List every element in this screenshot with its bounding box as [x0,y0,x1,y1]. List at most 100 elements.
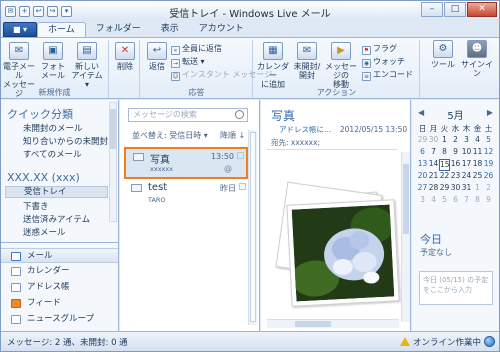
calendar-day[interactable]: 10 [461,147,472,159]
reading-pane-scrollbar[interactable] [401,152,410,322]
calendar-day[interactable]: 7 [461,195,472,207]
scroll-thumb[interactable] [295,321,331,327]
message-row[interactable]: test TARO 昨日 [124,180,248,212]
quick-view-unread-contacts[interactable]: 知り合いからの未開封… [23,135,117,147]
nav-newsgroups[interactable]: ニュースグループ [1,312,118,327]
calendar-day[interactable]: 8 [439,147,450,159]
close-button[interactable]: ✕ [467,2,497,17]
calendar-day[interactable]: 1 [439,135,450,147]
calendar-day[interactable]: 2 [483,183,494,195]
calendar-day[interactable]: 2 [450,135,461,147]
unread-read-button[interactable]: ✉ 未開封/ 開封 [292,42,322,80]
nav-contacts[interactable]: アドレス帳 [1,280,118,295]
calendar-day[interactable]: 4 [472,135,483,147]
encoding-button[interactable]: ≡ エンコード [362,69,413,81]
message-list-scrollbar[interactable] [248,130,257,325]
calendar-day[interactable]: 1 [472,183,483,195]
watch-button[interactable]: ◉ ウォッチ [362,56,405,68]
new-message-icon[interactable]: + [19,5,30,17]
message-row[interactable]: 写真 xxxxxx 13:50 @ [124,147,248,179]
calendar-day[interactable]: 20 [417,171,428,183]
reply-all-button[interactable]: «全員に返信 [171,43,222,55]
calendar-day[interactable]: 8 [472,195,483,207]
calendar-day[interactable]: 25 [472,171,483,183]
calendar-day[interactable]: 16 [450,159,461,171]
search-icon[interactable] [235,110,244,119]
calendar-day[interactable]: 4 [428,195,439,207]
calendar-day[interactable]: 13 [417,159,428,171]
calendar-day[interactable]: 6 [417,147,428,159]
scroll-thumb[interactable] [403,164,409,234]
calendar-day[interactable]: 5 [483,135,494,147]
move-message-button[interactable]: ▶ メッセージの 移動 [322,42,360,89]
quick-views-header[interactable]: クイック分類 [7,106,73,122]
scroll-thumb[interactable] [110,109,116,149]
online-status[interactable]: オンライン作業中 [399,336,481,348]
calendar-day[interactable]: 9 [483,195,494,207]
calendar-day[interactable]: 12 [483,147,494,159]
add-to-contacts-link[interactable]: アドレス帳に… [279,125,332,134]
tab-account[interactable]: アカウント [189,22,254,37]
nav-calendar[interactable]: カレンダー [1,264,118,279]
nav-feeds[interactable]: フィード [1,296,118,311]
flag-icon[interactable] [239,183,246,190]
calendar-day[interactable]: 9 [450,147,461,159]
sort-by-dropdown[interactable]: 並べ替え: 受信日時 ▾ [132,130,208,141]
attached-photo[interactable] [286,199,400,307]
calendar-day[interactable]: 21 [428,171,439,183]
sign-in-button[interactable]: ☻ サインイン [461,40,493,78]
forward-icon[interactable]: ↪ [47,5,58,17]
calendar-day[interactable]: 19 [483,159,494,171]
app-menu-button[interactable]: ■ ▾ [3,22,37,37]
nav-mail[interactable]: メール [1,248,118,263]
calendar-day[interactable]: 26 [483,171,494,183]
scroll-thumb[interactable] [250,132,256,322]
globe-icon[interactable] [484,336,495,347]
reply-button[interactable]: ↩ 返信 [141,42,173,71]
flag-button[interactable]: ⚑ フラグ [362,43,397,55]
sort-order-button[interactable]: 降順 ↓ [220,130,245,141]
calendar-day[interactable]: 28 [428,183,439,195]
folder-drafts[interactable]: 下書き [23,200,49,212]
delete-button[interactable]: ✕ 削除 [109,42,141,71]
calendar-day[interactable]: 30 [450,183,461,195]
photo-email-button[interactable]: ▣ フォト メール [37,42,69,80]
add-to-calendar-button[interactable]: ▦ カレンダー に追加 [256,42,290,89]
tools-button[interactable]: ⚙ ツール [427,40,459,69]
calendar-day[interactable]: 5 [439,195,450,207]
calendar-day[interactable]: 11 [472,147,483,159]
calendar-day[interactable]: 22 [439,171,450,183]
calendar-day[interactable]: 24 [461,171,472,183]
reading-pane-hscrollbar[interactable] [267,319,399,328]
calendar-day[interactable]: 14 [428,159,439,171]
quick-view-all[interactable]: すべてのメール [23,148,82,160]
tab-home[interactable]: ホーム [37,22,86,37]
next-month-icon[interactable]: ▶ [487,108,493,117]
quick-view-unread[interactable]: 未開封のメール [23,122,83,134]
calendar-day[interactable]: 17 [461,159,472,171]
new-items-button[interactable]: ▤ 新しい アイテム ▾ [71,42,103,89]
tab-view[interactable]: 表示 [151,22,189,37]
quick-add-event-input[interactable]: 今日 (05/15) の予定をここから入力 [419,271,493,305]
folder-junk[interactable]: 迷惑メール [23,226,66,238]
calendar-day[interactable]: 7 [428,147,439,159]
calendar-day[interactable]: 3 [417,195,428,207]
forward-button[interactable]: → 転送 ▾ [171,56,205,68]
minimize-button[interactable]: – [421,2,443,17]
calendar-day[interactable]: 27 [417,183,428,195]
calendar-day[interactable]: 29 [439,183,450,195]
calendar-day[interactable]: 30 [428,135,439,147]
calendar-day[interactable]: 29 [417,135,428,147]
flag-icon[interactable] [237,152,244,159]
folder-inbox[interactable]: 受信トレイ [5,186,108,198]
app-icon[interactable]: ✉ [5,5,16,17]
tab-folder[interactable]: フォルダー [86,22,151,37]
account-header[interactable]: XXX.XX (xxx) [7,171,80,184]
search-input[interactable]: メッセージの検索 [128,108,248,122]
calendar-day[interactable]: 3 [461,135,472,147]
folder-pane-scrollbar[interactable] [109,102,117,222]
maximize-button[interactable]: □ [444,2,466,17]
calendar-day[interactable]: 31 [461,183,472,195]
calendar-today-cell[interactable]: 15 [439,159,450,171]
quick-access-menu-icon[interactable]: ▾ [61,5,72,17]
